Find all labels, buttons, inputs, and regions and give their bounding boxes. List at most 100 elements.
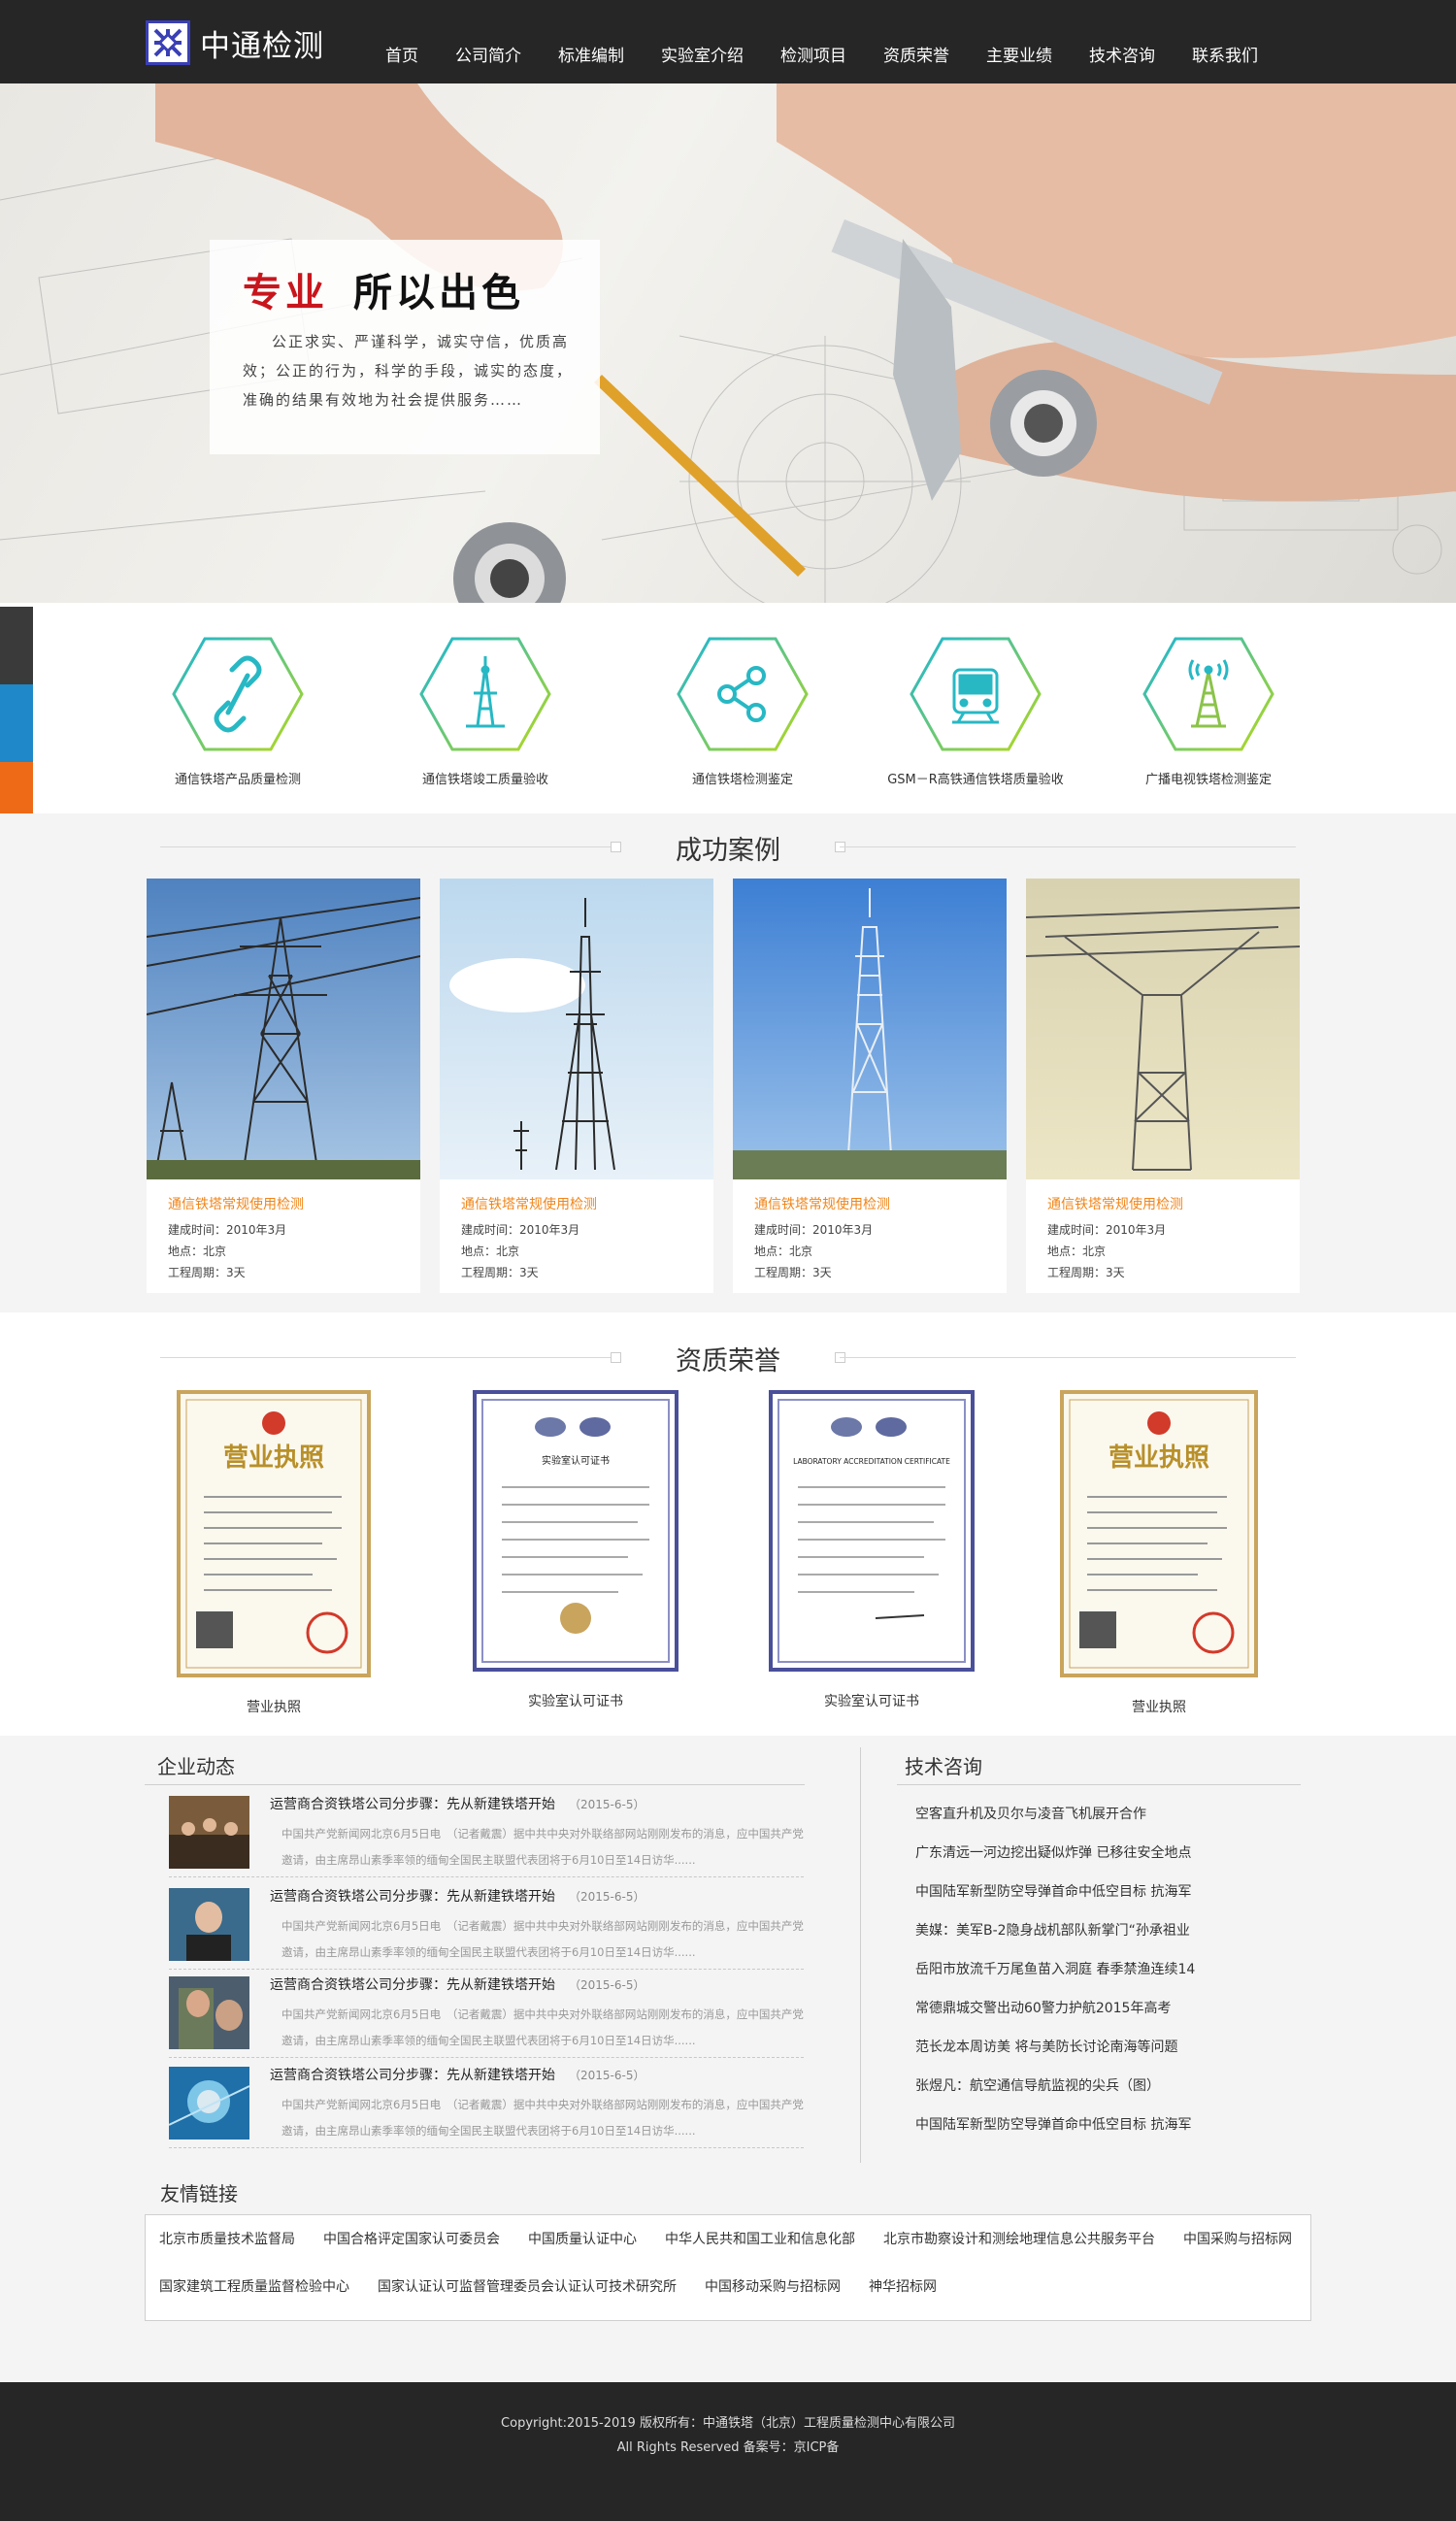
news-item[interactable]: 运营商合资铁塔公司分步骤：先从新建铁塔开始 （2015-6-5） 中国共产党新闻网…: [169, 1882, 804, 1970]
site-header: 中通检测 首页 公司简介 标准编制 实验室介绍 检测项目 资质荣誉 主要业绩 技…: [0, 0, 1456, 83]
certificate-item[interactable]: LABORATORY ACCREDITATION CERTIFICATE 实验室…: [769, 1390, 975, 1710]
tech-link[interactable]: 张煜凡：航空通信导航监视的尖兵（图）: [915, 2075, 1160, 2095]
certificate-item[interactable]: 实验室认可证书 实验室认可证书: [473, 1390, 678, 1710]
case-image: [733, 879, 1007, 1179]
tower-icon: [419, 637, 551, 751]
nav-laboratory[interactable]: 实验室介绍: [643, 0, 762, 83]
nav-about[interactable]: 公司简介: [437, 0, 540, 83]
friendly-link[interactable]: 神华招标网: [869, 2276, 937, 2296]
case-built: 建成时间：2010年3月: [461, 1223, 580, 1237]
tech-link[interactable]: 范长龙本周访美 将与美防长讨论南海等问题: [915, 2037, 1177, 2056]
news-date: （2015-6-5）: [569, 2069, 645, 2082]
nav-achievements[interactable]: 主要业绩: [968, 0, 1071, 83]
service-item[interactable]: 通信铁塔检测鉴定: [645, 637, 840, 787]
tech-link[interactable]: 岳阳市放流千万尾鱼苗入洞庭 春季禁渔连续14: [915, 1959, 1195, 1978]
logo-text: 中通检测: [200, 28, 324, 64]
slogan-highlight: 专业: [243, 270, 328, 315]
news-heading: 企业动态: [157, 1755, 235, 1778]
news-summary: 中国共产党新闻网北京6月5日电 （记者戴震）据中共中央对外联络部网站刚刚发布的消…: [281, 2007, 804, 2047]
case-card[interactable]: 通信铁塔常规使用检测 建成时间：2010年3月 地点：北京 工程周期：3天: [440, 879, 713, 1293]
case-period: 工程周期：3天: [754, 1266, 832, 1279]
service-item[interactable]: 通信铁塔竣工质量验收: [388, 637, 582, 787]
certificate-label: 营业执照: [1132, 1700, 1186, 1715]
nav-qualifications[interactable]: 资质荣誉: [865, 0, 968, 83]
case-image: [1026, 879, 1300, 1179]
friendly-link[interactable]: 中国合格评定国家认可委员会: [323, 2229, 500, 2248]
service-item[interactable]: 广播电视铁塔检测鉴定: [1111, 637, 1306, 787]
nav-contact[interactable]: 联系我们: [1174, 0, 1276, 83]
case-card[interactable]: 通信铁塔常规使用检测 建成时间：2010年3月 地点：北京 工程周期：3天: [1026, 879, 1300, 1293]
news-title[interactable]: 运营商合资铁塔公司分步骤：先从新建铁塔开始 （2015-6-5）: [270, 2065, 645, 2084]
news-thumbnail: [169, 2067, 249, 2140]
case-title[interactable]: 通信铁塔常规使用检测: [754, 1194, 1007, 1213]
news-summary: 中国共产党新闻网北京6月5日电 （记者戴震）据中共中央对外联络部网站刚刚发布的消…: [281, 2098, 804, 2138]
banner-description: 公正求实、严谨科学，诚实守信，优质高效；公正的行为，科学的手段，诚实的态度，准确…: [243, 333, 574, 409]
friendly-link[interactable]: 北京市质量技术监督局: [159, 2229, 295, 2248]
nav-consulting[interactable]: 技术咨询: [1071, 0, 1174, 83]
side-tab-blue[interactable]: [0, 684, 33, 762]
banner-card: 专业 所以出色 公正求实、严谨科学，诚实守信，优质高效；公正的行为，科学的手段，诚…: [210, 240, 600, 454]
friendly-link[interactable]: 中国质量认证中心: [528, 2229, 637, 2248]
side-tab-dark[interactable]: [0, 607, 33, 684]
friendly-link[interactable]: 中国移动采购与招标网: [705, 2276, 841, 2296]
share-icon: [677, 637, 809, 751]
links-row: 国家建筑工程质量监督检验中心 国家认证认可监督管理委员会认证认可技术研究所 中国…: [159, 2276, 937, 2296]
news-date: （2015-6-5）: [569, 1890, 645, 1904]
tech-link[interactable]: 空客直升机及贝尔与凌音飞机展开合作: [915, 1804, 1146, 1823]
friendly-link[interactable]: 中国采购与招标网: [1183, 2229, 1292, 2248]
logo[interactable]: 中通检测: [146, 19, 324, 66]
side-tabs: [0, 607, 33, 840]
case-title[interactable]: 通信铁塔常规使用检测: [168, 1194, 420, 1213]
case-card[interactable]: 通信铁塔常规使用检测 建成时间：2010年3月 地点：北京 工程周期：3天: [147, 879, 420, 1293]
case-built: 建成时间：2010年3月: [754, 1223, 874, 1237]
friendly-link[interactable]: 国家认证认可监督管理委员会认证认可技术研究所: [378, 2276, 677, 2296]
news-title[interactable]: 运营商合资铁塔公司分步骤：先从新建铁塔开始 （2015-6-5）: [270, 1794, 645, 1813]
column-divider: [860, 1747, 861, 2163]
honors-title: 资质荣誉: [160, 1338, 1296, 1377]
news-item[interactable]: 运营商合资铁塔公司分步骤：先从新建铁塔开始 （2015-6-5） 中国共产党新闻网…: [169, 1790, 804, 1877]
lab-certificate-image: 实验室认可证书: [473, 1390, 678, 1672]
tech-link[interactable]: 中国陆军新型防空导弹首命中低空目标 抗海军: [915, 2114, 1191, 2134]
news-summary: 中国共产党新闻网北京6月5日电 （记者戴震）据中共中央对外联络部网站刚刚发布的消…: [281, 1827, 804, 1867]
friendly-link[interactable]: 北京市勘察设计和测绘地理信息公共服务平台: [883, 2229, 1155, 2248]
case-place: 地点：北京: [1047, 1244, 1107, 1258]
service-label: GSM－R高铁通信铁塔质量验收: [887, 773, 1064, 787]
tech-link[interactable]: 广东清远一河边挖出疑似炸弹 已移往安全地点: [915, 1842, 1191, 1862]
service-item[interactable]: GSM－R高铁通信铁塔质量验收: [878, 637, 1073, 787]
certificate-item[interactable]: 营业执照 营业执照: [177, 1390, 371, 1716]
case-place: 地点：北京: [754, 1244, 813, 1258]
service-label: 通信铁塔产品质量检测: [174, 773, 301, 787]
certificate-item[interactable]: 营业执照 营业执照: [1060, 1390, 1258, 1716]
service-icons: 通信铁塔产品质量检测 通信铁塔竣工质量验收 通信铁塔检测鉴定 GSM－R高铁通信…: [0, 603, 1456, 813]
news-thumbnail: [169, 1888, 249, 1961]
certificate-seal-text: 营业执照: [223, 1443, 324, 1473]
main-nav: 首页 公司简介 标准编制 实验室介绍 检测项目 资质荣誉 主要业绩 技术咨询 联…: [367, 0, 1276, 83]
case-image: [440, 879, 713, 1179]
cases-section: 成功案例 通信铁塔常规使用检测 建成时间：2010年3月 地点：北京 工程周期：…: [0, 813, 1456, 1312]
nav-test-items[interactable]: 检测项目: [762, 0, 865, 83]
case-title[interactable]: 通信铁塔常规使用检测: [461, 1194, 713, 1213]
news-title[interactable]: 运营商合资铁塔公司分步骤：先从新建铁塔开始 （2015-6-5）: [270, 1974, 645, 1994]
service-item[interactable]: 通信铁塔产品质量检测: [141, 637, 335, 787]
case-card[interactable]: 通信铁塔常规使用检测 建成时间：2010年3月 地点：北京 工程周期：3天: [733, 879, 1007, 1293]
site-footer: Copyright:2015-2019 版权所有：中通铁塔（北京）工程质量检测中…: [0, 2382, 1456, 2521]
news-title[interactable]: 运营商合资铁塔公司分步骤：先从新建铁塔开始 （2015-6-5）: [270, 1886, 645, 1906]
nav-home[interactable]: 首页: [367, 0, 437, 83]
friendly-link[interactable]: 国家建筑工程质量监督检验中心: [159, 2276, 349, 2296]
news-rule: [145, 1784, 805, 1785]
lab-accreditation-image: LABORATORY ACCREDITATION CERTIFICATE: [769, 1390, 975, 1672]
case-place: 地点：北京: [168, 1244, 227, 1258]
nav-standards[interactable]: 标准编制: [540, 0, 643, 83]
friendly-link[interactable]: 中华人民共和国工业和信息化部: [665, 2229, 855, 2248]
certificate-label: 实验室认可证书: [528, 1694, 623, 1709]
case-title[interactable]: 通信铁塔常规使用检测: [1047, 1194, 1300, 1213]
tech-link[interactable]: 常德鼎城交警出动60警力护航2015年高考: [915, 1998, 1171, 2017]
tech-link[interactable]: 美媒：美军B-2隐身战机部队新掌门“孙承祖业: [915, 1920, 1190, 1940]
news-item[interactable]: 运营商合资铁塔公司分步骤：先从新建铁塔开始 （2015-6-5） 中国共产党新闻网…: [169, 1971, 804, 2058]
links-row: 北京市质量技术监督局 中国合格评定国家认可委员会 中国质量认证中心 中华人民共和…: [159, 2229, 1292, 2248]
certificate-seal-text: 营业执照: [1109, 1443, 1209, 1473]
friendly-links-box: 北京市质量技术监督局 中国合格评定国家认可委员会 中国质量认证中心 中华人民共和…: [145, 2214, 1311, 2321]
tech-link[interactable]: 中国陆军新型防空导弹首命中低空目标 抗海军: [915, 1881, 1191, 1901]
footer-rights: All Rights Reserved 备案号：京ICP备: [616, 2440, 840, 2455]
news-item[interactable]: 运营商合资铁塔公司分步骤：先从新建铁塔开始 （2015-6-5） 中国共产党新闻网…: [169, 2061, 804, 2148]
